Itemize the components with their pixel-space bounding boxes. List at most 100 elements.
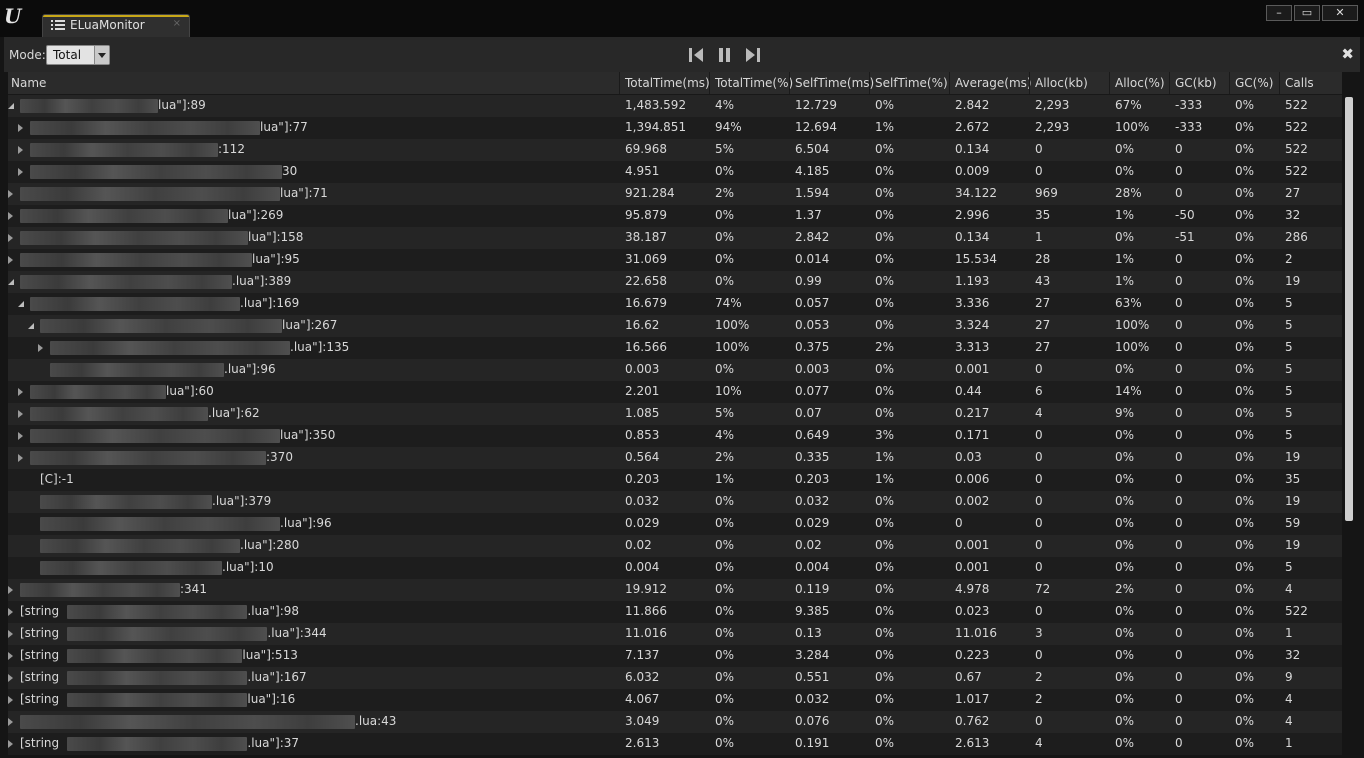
cell-average-ms: 15.534 xyxy=(955,252,997,266)
table-row[interactable]: .lua"]:62 1.085 5% 0.07 0% 0.217 4 9% 0 0% 5 xyxy=(8,403,1342,425)
table-row[interactable]: [string .lua"]:37 2.613 0% 0.191 0% 2.613 4 0% 0 0… xyxy=(8,733,1342,755)
column-header-alloc[interactable]: Alloc(%) xyxy=(1115,76,1165,90)
tree-expand-icon[interactable] xyxy=(8,586,13,594)
close-panel-icon[interactable]: ✖ xyxy=(1341,45,1354,63)
column-divider[interactable] xyxy=(1029,72,1030,94)
tree-expand-icon[interactable] xyxy=(8,630,13,638)
table-row[interactable]: [string .lua"]:167 6.032 0% 0.551 0% 0.67 2 0% 0 0… xyxy=(8,667,1342,689)
tree-expand-icon[interactable] xyxy=(18,124,23,132)
column-divider[interactable] xyxy=(1169,72,1170,94)
tree-collapse-icon[interactable] xyxy=(8,103,14,109)
tree-expand-icon[interactable] xyxy=(8,212,13,220)
tab-close-icon[interactable]: × xyxy=(173,18,181,29)
table-row[interactable]: [string lua"]:513 7.137 0% 3.284 0% 0.223 0 0% 0 0… xyxy=(8,645,1342,667)
table-row[interactable]: .lua"]:379 0.032 0% 0.032 0% 0.002 0 0% 0 0% 19 xyxy=(8,491,1342,513)
column-divider[interactable] xyxy=(709,72,710,94)
tree-expand-icon[interactable] xyxy=(8,256,13,264)
table-row[interactable]: lua"]:71 921.284 2% 1.594 0% 34.122 969 28% 0 0% 2… xyxy=(8,183,1342,205)
column-header-alloc-kb[interactable]: Alloc(kb) xyxy=(1035,76,1088,90)
tree-expand-icon[interactable] xyxy=(18,454,23,462)
table-row[interactable]: [string .lua"]:344 11.016 0% 0.13 0% 11.016 3 0%… xyxy=(8,623,1342,645)
table-row[interactable]: [C]:-1 0.203 1% 0.203 1% 0.006 0 0% 0 0% 35 xyxy=(8,469,1342,491)
step-back-icon[interactable] xyxy=(688,46,706,64)
step-forward-icon[interactable] xyxy=(744,46,762,64)
scrollbar-thumb[interactable] xyxy=(1345,97,1353,521)
column-divider[interactable] xyxy=(1109,72,1110,94)
table-row[interactable]: lua"]:60 2.201 10% 0.077 0% 0.44 6 14% 0 0% 5 xyxy=(8,381,1342,403)
table-row[interactable]: .lua"]:10 0.004 0% 0.004 0% 0.001 0 0% 0 0% 5 xyxy=(8,557,1342,579)
column-header-totaltime-ms[interactable]: TotalTime(ms) xyxy=(625,76,710,90)
table-row[interactable]: [string .lua"]:98 11.866 0% 9.385 0% 0.023 0 0% 0… xyxy=(8,601,1342,623)
tab-eluamonitor[interactable]: ELuaMonitor × xyxy=(42,14,190,37)
table-row[interactable]: lua"]:158 38.187 0% 2.842 0% 0.134 1 0% -51 0% 286 xyxy=(8,227,1342,249)
column-header-selftime[interactable]: SelfTime(%) xyxy=(875,76,948,90)
chevron-down-icon[interactable] xyxy=(94,46,109,64)
tree-collapse-icon[interactable] xyxy=(8,279,14,285)
tree-expand-icon[interactable] xyxy=(8,740,13,748)
table-row[interactable]: lua"]:267 16.62 100% 0.053 0% 3.324 27 100% 0 0% 5 xyxy=(8,315,1342,337)
table-row[interactable]: lua"]:77 1,394.851 94% 12.694 1% 2.672 2,293 10… xyxy=(8,117,1342,139)
tree-expand-icon[interactable] xyxy=(38,344,43,352)
table-row[interactable]: 30 4.951 0% 4.185 0% 0.009 0 0% 0 0% 522 xyxy=(8,161,1342,183)
table-row[interactable]: :370 0.564 2% 0.335 1% 0.03 0 0% 0 0% 19 xyxy=(8,447,1342,469)
cell-totaltime-ms: 16.679 xyxy=(625,296,667,310)
column-divider[interactable] xyxy=(1229,72,1230,94)
table-row[interactable]: .lua"]:389 22.658 0% 0.99 0% 1.193 43 1% 0 0% 19 xyxy=(8,271,1342,293)
tree-expand-icon[interactable] xyxy=(8,608,13,616)
table-row[interactable]: lua"]:269 95.879 0% 1.37 0% 2.996 35 1% -50 0% 32 xyxy=(8,205,1342,227)
table-row[interactable]: .lua"]:96 0.029 0% 0.029 0% 0 0 0% 0 0% 59 xyxy=(8,513,1342,535)
vertical-scrollbar[interactable] xyxy=(1343,95,1355,755)
table-row[interactable]: .lua"]:280 0.02 0% 0.02 0% 0.001 0 0% 0 0% 19 xyxy=(8,535,1342,557)
close-window-button[interactable]: ✕ xyxy=(1322,5,1358,21)
tree-expand-icon[interactable] xyxy=(8,652,13,660)
column-divider[interactable] xyxy=(1279,72,1280,94)
window-titlebar[interactable]: U ELuaMonitor × – ▭ ✕ xyxy=(0,0,1364,37)
cell-totaltime: 0% xyxy=(715,714,735,728)
cell-alloc: 0% xyxy=(1115,428,1135,442)
pause-icon[interactable] xyxy=(716,46,734,64)
column-header-gc[interactable]: GC(%) xyxy=(1235,76,1273,90)
maximize-button[interactable]: ▭ xyxy=(1294,5,1320,21)
column-header-calls[interactable]: Calls xyxy=(1285,76,1314,90)
table-row[interactable]: .lua"]:135 16.566 100% 0.375 2% 3.313 27 100% 0 0… xyxy=(8,337,1342,359)
table-row[interactable]: lua"]:89 1,483.592 4% 12.729 0% 2.842 2,293 67%… xyxy=(8,95,1342,117)
tree-collapse-icon[interactable] xyxy=(28,323,34,329)
tree-expand-icon[interactable] xyxy=(18,410,23,418)
tree-expand-icon[interactable] xyxy=(8,696,13,704)
table-row[interactable]: .lua"]:169 16.679 74% 0.057 0% 3.336 27 63% 0 0% 5 xyxy=(8,293,1342,315)
table-row[interactable]: .lua"]:96 0.003 0% 0.003 0% 0.001 0 0% 0 0% 5 xyxy=(8,359,1342,381)
cell-selftime-ms: 0.335 xyxy=(795,450,830,464)
function-name-suffix: :341 xyxy=(180,582,207,596)
tree-expand-icon[interactable] xyxy=(18,146,23,154)
table-row[interactable]: :112 69.968 5% 6.504 0% 0.134 0 0% 0 0% 522 xyxy=(8,139,1342,161)
cell-alloc-kb: 969 xyxy=(1035,186,1058,200)
tree-expand-icon[interactable] xyxy=(8,190,13,198)
table-row[interactable]: lua"]:95 31.069 0% 0.014 0% 15.534 28 1% 0 0% 2 xyxy=(8,249,1342,271)
tree-expand-icon[interactable] xyxy=(8,674,13,682)
column-header-totaltime[interactable]: TotalTime(%) xyxy=(715,76,793,90)
cell-selftime-ms: 4.185 xyxy=(795,164,830,178)
tree-expand-icon[interactable] xyxy=(18,432,23,440)
column-divider[interactable] xyxy=(789,72,790,94)
mode-dropdown[interactable]: Total xyxy=(46,45,110,65)
column-divider[interactable] xyxy=(869,72,870,94)
minimize-button[interactable]: – xyxy=(1266,5,1292,21)
profiler-tree-table: lua"]:89 1,483.592 4% 12.729 0% 2.842 2,293 67%… xyxy=(8,95,1342,755)
column-header-name[interactable]: Name xyxy=(11,76,46,90)
tree-expand-icon[interactable] xyxy=(8,718,13,726)
column-divider[interactable] xyxy=(619,72,620,94)
table-row[interactable]: lua"]:350 0.853 4% 0.649 3% 0.171 0 0% 0 0% 5 xyxy=(8,425,1342,447)
redacted-path-block xyxy=(40,495,212,509)
table-row[interactable]: :341 19.912 0% 0.119 0% 4.978 72 2% 0 0% 4 xyxy=(8,579,1342,601)
column-header-gc-kb[interactable]: GC(kb) xyxy=(1175,76,1217,90)
column-header-average-ms[interactable]: Average(ms) xyxy=(955,76,1032,90)
tree-expand-icon[interactable] xyxy=(8,234,13,242)
column-divider[interactable] xyxy=(949,72,950,94)
table-row[interactable]: [string lua"]:16 4.067 0% 0.032 0% 1.017 2 0% 0 0%… xyxy=(8,689,1342,711)
column-header-selftime-ms[interactable]: SelfTime(ms) xyxy=(795,76,874,90)
cell-totaltime-ms: 0.853 xyxy=(625,428,660,442)
tree-expand-icon[interactable] xyxy=(18,168,23,176)
table-row[interactable]: .lua:43 3.049 0% 0.076 0% 0.762 0 0% 0 0% 4 xyxy=(8,711,1342,733)
tree-collapse-icon[interactable] xyxy=(18,301,24,307)
tree-expand-icon[interactable] xyxy=(18,388,23,396)
